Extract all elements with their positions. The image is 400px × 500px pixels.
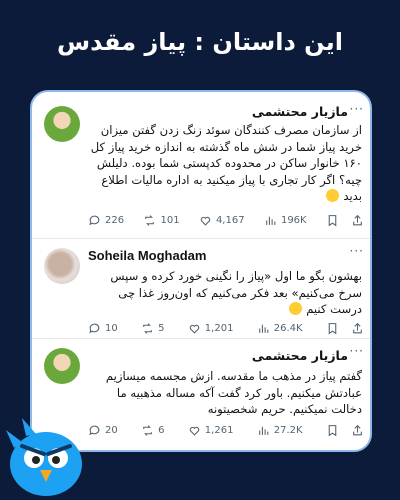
tweet-text-content: گفتم پیاز در مذهب ما مقدسه. ازش مجسمه می… xyxy=(105,369,362,416)
retweet-icon xyxy=(143,322,152,334)
tweet-actions: 20 6 1,261 27.2K xyxy=(88,422,364,438)
tweet-actions: 226 101 4,167 196K xyxy=(88,212,364,228)
views-icon xyxy=(258,426,269,435)
like-count: 4,167 xyxy=(215,214,245,226)
author-name[interactable]: مازیار محتشمی xyxy=(252,104,348,119)
retweet-count: 6 xyxy=(158,424,165,436)
tweet-text-content: از سازمان مصرف کنندگان سوئد زنگ زدن گفتن… xyxy=(90,123,362,203)
bookmark-icon xyxy=(328,214,337,226)
share-button[interactable] xyxy=(351,322,364,335)
avatar[interactable] xyxy=(44,248,80,284)
share-button[interactable] xyxy=(351,424,364,437)
reply-count: 10 xyxy=(105,322,118,334)
views-icon xyxy=(258,324,269,333)
avatar[interactable] xyxy=(44,106,80,142)
page-title: این داستان : پیاز مقدس xyxy=(56,28,344,56)
retweet-button[interactable]: 5 xyxy=(141,322,164,335)
reply-count: 226 xyxy=(105,214,125,226)
bookmark-icon xyxy=(328,424,337,436)
views-button[interactable]: 27.2K xyxy=(257,424,303,437)
grinning-emoji-icon xyxy=(325,189,339,202)
retweet-button[interactable]: 6 xyxy=(141,424,164,437)
tweet-text: گفتم پیاز در مذهب ما مقدسه. ازش مجسمه می… xyxy=(88,368,362,418)
tweet[interactable]: Soheila Moghadam ··· بهشون بگو ما اول «پ… xyxy=(32,238,370,338)
author-name[interactable]: مازیار محتشمی xyxy=(252,348,348,363)
more-options-icon[interactable]: ··· xyxy=(350,102,364,116)
reply-button[interactable]: 226 xyxy=(88,214,124,227)
share-button[interactable] xyxy=(351,214,364,227)
heart-icon xyxy=(200,216,211,226)
share-icon xyxy=(353,322,362,333)
tweet-actions: 10 5 1,201 26.4K xyxy=(88,320,364,336)
retweet-count: 5 xyxy=(158,322,165,334)
heart-icon xyxy=(189,324,200,334)
avatar[interactable] xyxy=(44,348,80,384)
views-button[interactable]: 26.4K xyxy=(257,322,303,335)
views-icon xyxy=(266,216,276,225)
author-name[interactable]: Soheila Moghadam xyxy=(88,248,206,263)
reply-button[interactable]: 20 xyxy=(88,424,118,437)
tweet[interactable]: مازیار محتشمی ··· از سازمان مصرف کنندگان… xyxy=(32,92,370,238)
views-count: 26.4K xyxy=(273,322,303,334)
like-button[interactable]: 4,167 xyxy=(199,214,245,227)
views-count: 196K xyxy=(280,214,307,226)
reply-count: 20 xyxy=(105,424,118,436)
bookmark-icon xyxy=(328,322,337,334)
share-icon xyxy=(353,214,362,225)
like-button[interactable]: 1,201 xyxy=(188,322,234,335)
reply-icon xyxy=(89,215,100,225)
retweet-icon xyxy=(145,214,155,226)
angry-bird-mascot-icon xyxy=(6,418,82,496)
heart-icon xyxy=(189,426,200,436)
tweet-thread-card: مازیار محتشمی ··· از سازمان مصرف کنندگان… xyxy=(30,90,372,452)
tweet-text: بهشون بگو ما اول «پیاز را نگینی خورد کرد… xyxy=(88,268,362,318)
bookmark-button[interactable] xyxy=(326,214,339,227)
more-options-icon[interactable]: ··· xyxy=(350,244,364,258)
share-icon xyxy=(353,424,362,435)
bookmark-button[interactable] xyxy=(326,424,339,437)
like-count: 1,201 xyxy=(204,322,234,334)
tweet-text-content: بهشون بگو ما اول «پیاز را نگینی خورد کرد… xyxy=(110,269,362,316)
retweet-button[interactable]: 101 xyxy=(143,214,180,227)
views-button[interactable]: 196K xyxy=(264,214,307,227)
reply-button[interactable]: 10 xyxy=(88,322,118,335)
like-button[interactable]: 1,261 xyxy=(188,424,234,437)
more-options-icon[interactable]: ··· xyxy=(350,344,364,358)
reply-icon xyxy=(89,323,100,333)
bookmark-button[interactable] xyxy=(326,322,339,335)
retweet-icon xyxy=(143,424,152,436)
laughing-emoji-icon xyxy=(288,302,302,315)
tweet-text: از سازمان مصرف کنندگان سوئد زنگ زدن گفتن… xyxy=(88,122,362,205)
retweet-count: 101 xyxy=(160,214,180,226)
like-count: 1,261 xyxy=(204,424,234,436)
views-count: 27.2K xyxy=(273,424,303,436)
